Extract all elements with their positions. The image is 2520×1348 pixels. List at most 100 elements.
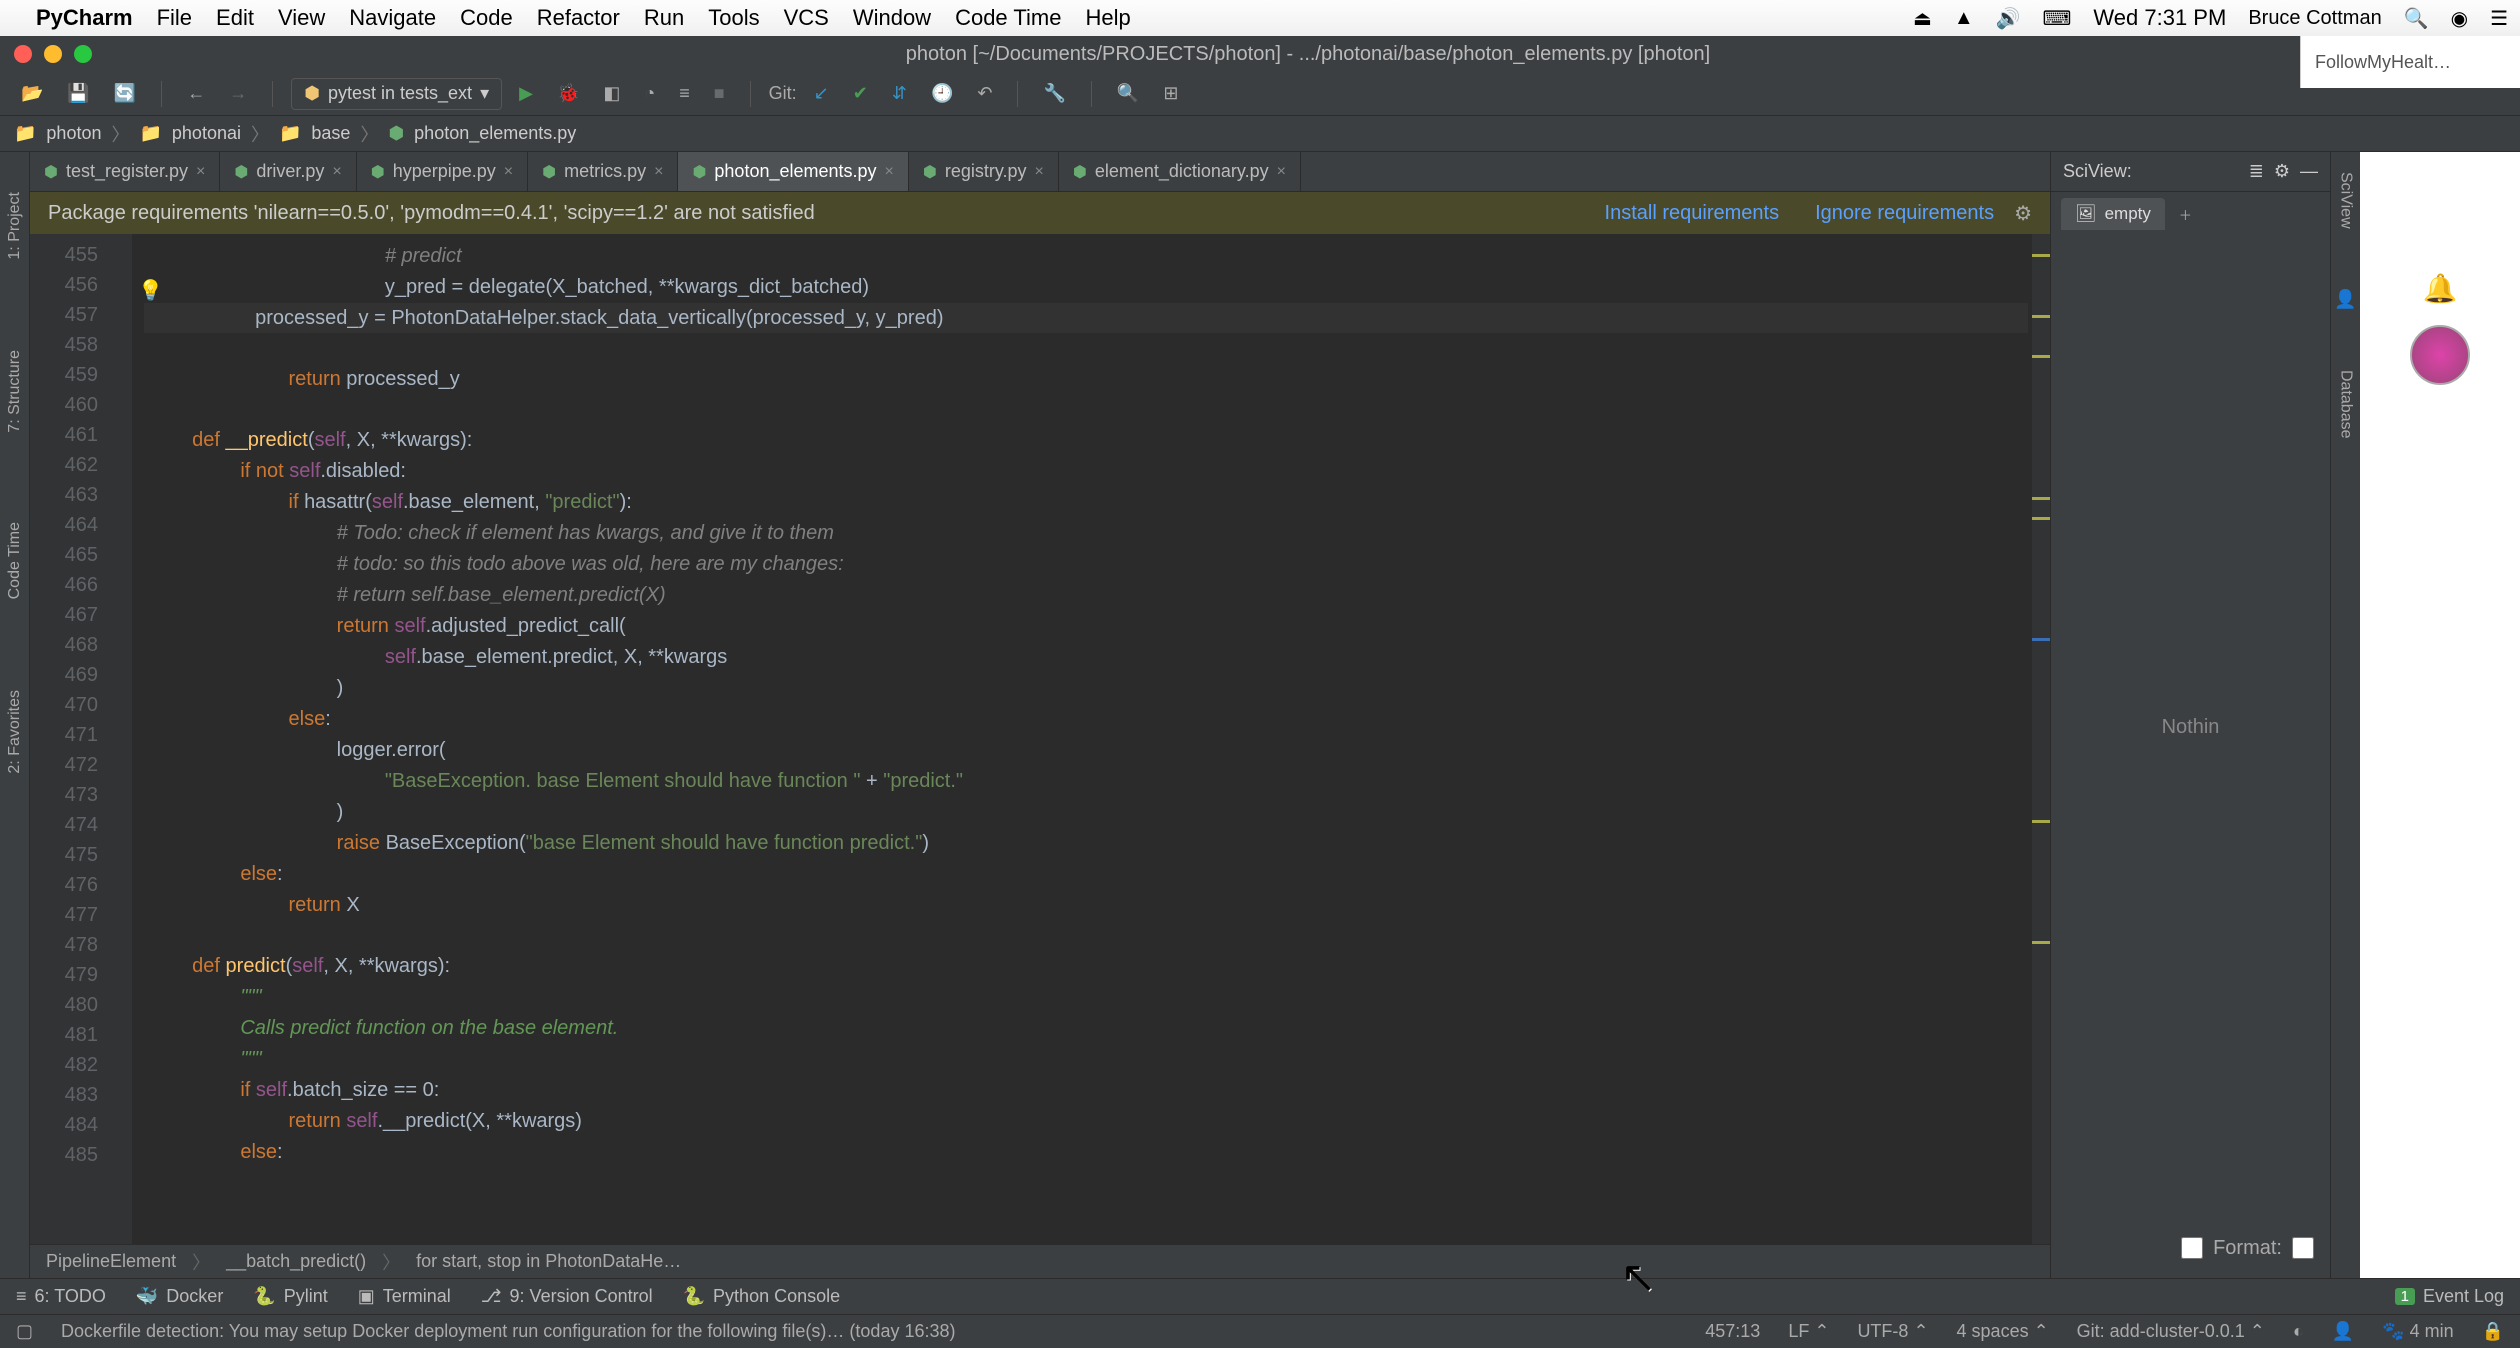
menu-vcs[interactable]: VCS	[784, 5, 829, 31]
tool-python-console[interactable]: 🐍Python Console	[683, 1286, 841, 1307]
tool-database[interactable]: Database	[2337, 370, 2355, 439]
avatar[interactable]	[2410, 325, 2470, 385]
nav-seg-3[interactable]: photon_elements.py	[414, 123, 576, 144]
status-hide-icon[interactable]: ▢	[16, 1321, 33, 1342]
back-icon[interactable]: ←	[180, 78, 212, 110]
nav-seg-1[interactable]: photonai	[172, 123, 241, 144]
open-icon[interactable]: 📂	[14, 78, 50, 110]
git-branch[interactable]: Git: add-cluster-0.0.1 ⌃	[2077, 1321, 2265, 1342]
save-icon[interactable]: 💾	[60, 78, 96, 110]
tab-element-dictionary[interactable]: ⬢element_dictionary.py×	[1059, 152, 1301, 191]
tool-docker[interactable]: 🐳Docker	[136, 1286, 223, 1307]
volume-icon[interactable]: 🔊	[1996, 6, 2021, 31]
sciview-tab-empty[interactable]: 🖼 empty	[2061, 198, 2165, 230]
ignore-requirements-link[interactable]: Ignore requirements	[1815, 202, 1994, 225]
bell-icon[interactable]: 🔔	[2423, 272, 2458, 305]
close-icon[interactable]: ×	[504, 163, 513, 181]
tab-hyperpipe[interactable]: ⬢hyperpipe.py×	[357, 152, 528, 191]
keyboard-icon[interactable]: ⌨	[2043, 6, 2072, 31]
window-maximize[interactable]	[74, 45, 92, 63]
lightbulb-icon[interactable]: 💡	[138, 278, 163, 303]
codetime-status[interactable]: 🐾 4 min	[2382, 1321, 2453, 1342]
eject-icon[interactable]: ▲	[1954, 7, 1974, 30]
close-icon[interactable]: ×	[885, 163, 894, 181]
browser-tab[interactable]: FollowMyHealt…	[2300, 36, 2520, 88]
tab-test-register[interactable]: ⬢test_register.py×	[30, 152, 220, 191]
window-minimize[interactable]	[44, 45, 62, 63]
lock-icon[interactable]: 🔒	[2482, 1321, 2504, 1342]
add-tab-icon[interactable]: ＋	[2179, 205, 2192, 224]
menu-window[interactable]: Window	[853, 5, 931, 31]
tab-photon-elements[interactable]: ⬢photon_elements.py×	[678, 152, 908, 191]
menu-icon[interactable]: ☰	[2490, 6, 2508, 31]
menu-navigate[interactable]: Navigate	[349, 5, 436, 31]
coverage-icon[interactable]: ◧	[596, 78, 627, 110]
tool-codetime[interactable]: Code Time	[6, 522, 24, 599]
close-icon[interactable]: ×	[1277, 163, 1286, 181]
nav-seg-0[interactable]: photon	[46, 123, 101, 144]
crumb-1[interactable]: __batch_predict()	[226, 1251, 366, 1272]
format-checkbox[interactable]	[2181, 1237, 2203, 1259]
tool-pylint[interactable]: 🐍Pylint	[253, 1286, 327, 1307]
search-everywhere-icon[interactable]: ⊞	[1156, 78, 1185, 110]
line-ending[interactable]: LF ⌃	[1788, 1321, 1829, 1342]
menu-refactor[interactable]: Refactor	[537, 5, 620, 31]
stop-icon[interactable]: ■	[707, 78, 732, 110]
minimize-icon[interactable]: —	[2300, 161, 2318, 182]
forward-icon[interactable]: →	[222, 78, 254, 110]
menu-edit[interactable]: Edit	[216, 5, 254, 31]
encoding[interactable]: UTF-8 ⌃	[1857, 1321, 1928, 1342]
jenkins-icon[interactable]: 👤	[2334, 289, 2356, 310]
menu-run[interactable]: Run	[644, 5, 684, 31]
tab-metrics[interactable]: ⬢metrics.py×	[528, 152, 678, 191]
indent[interactable]: 4 spaces ⌃	[1957, 1321, 2049, 1342]
git-update-icon[interactable]: ↙	[807, 78, 836, 110]
debug-icon[interactable]: 🐞	[550, 78, 586, 110]
menu-tools[interactable]: Tools	[708, 5, 759, 31]
git-revert-icon[interactable]: ↶	[970, 78, 999, 110]
concurrency-icon[interactable]: ≡	[672, 78, 697, 110]
event-log[interactable]: 1Event Log	[2395, 1286, 2504, 1307]
format-checkbox-2[interactable]	[2292, 1237, 2314, 1259]
tab-registry[interactable]: ⬢registry.py×	[909, 152, 1059, 191]
tool-favorites[interactable]: 2: Favorites	[6, 690, 24, 774]
sync-icon[interactable]: 🔄	[107, 78, 143, 110]
close-icon[interactable]: ×	[332, 163, 341, 181]
git-compare-icon[interactable]: ⇵	[885, 78, 914, 110]
gear-icon[interactable]: ⚙	[2014, 201, 2032, 226]
menu-help[interactable]: Help	[1085, 5, 1130, 31]
fold-gutter[interactable]	[108, 234, 132, 1244]
crumb-2[interactable]: for start, stop in PhotonDataHe…	[416, 1251, 681, 1272]
clock[interactable]: Wed 7:31 PM	[2093, 5, 2226, 31]
menu-code[interactable]: Code	[460, 5, 513, 31]
run-icon[interactable]: ▶	[512, 78, 540, 110]
code-editor[interactable]: 4554564574584594604614624634644654664674…	[30, 234, 2050, 1244]
git-commit-icon[interactable]: ✔	[846, 78, 875, 110]
crumb-0[interactable]: PipelineElement	[46, 1251, 176, 1272]
app-name[interactable]: PyCharm	[36, 5, 133, 31]
run-config-select[interactable]: ⬢ pytest in tests_ext ▾	[291, 78, 502, 110]
list-icon[interactable]: ≣	[2249, 161, 2264, 182]
bg-tasks-icon[interactable]: ◐	[2293, 1321, 2304, 1342]
install-requirements-link[interactable]: Install requirements	[1605, 202, 1780, 225]
search-icon[interactable]: 🔍	[1110, 78, 1146, 110]
tool-terminal[interactable]: ▣Terminal	[358, 1286, 451, 1307]
git-history-icon[interactable]: 🕘	[924, 78, 960, 110]
tool-todo[interactable]: ≡6: TODO	[16, 1286, 106, 1307]
spotlight-icon[interactable]: 🔍	[2404, 6, 2429, 31]
inspector-icon[interactable]: 👤	[2332, 1321, 2354, 1342]
menu-view[interactable]: View	[278, 5, 325, 31]
close-icon[interactable]: ×	[1035, 163, 1044, 181]
error-stripe[interactable]	[2032, 234, 2050, 1244]
tab-driver[interactable]: ⬢driver.py×	[220, 152, 356, 191]
gear-icon[interactable]: ⚙	[2274, 161, 2290, 182]
menu-codetime[interactable]: Code Time	[955, 5, 1061, 31]
siri-icon[interactable]: ◉	[2451, 6, 2468, 31]
window-close[interactable]	[14, 45, 32, 63]
tool-project[interactable]: 1: Project	[6, 192, 24, 260]
close-icon[interactable]: ×	[196, 163, 205, 181]
tool-version-control[interactable]: ⎇9: Version Control	[481, 1286, 653, 1307]
menu-file[interactable]: File	[157, 5, 192, 31]
settings-icon[interactable]: 🔧	[1036, 78, 1072, 110]
tool-sciview[interactable]: SciView	[2337, 172, 2355, 229]
